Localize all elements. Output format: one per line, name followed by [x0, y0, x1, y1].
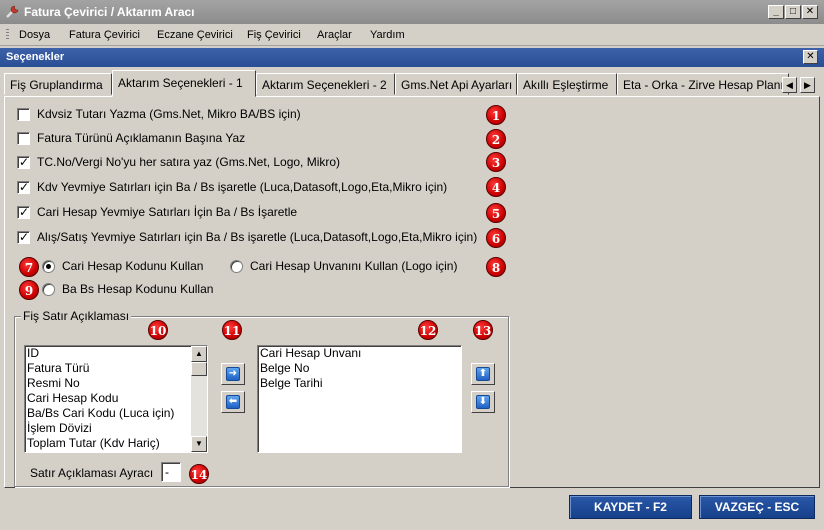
badge-11: 11 [222, 320, 242, 340]
wrench-icon [6, 5, 19, 18]
checkbox[interactable]: ✓ [17, 230, 30, 244]
bottom-bar: KAYDET - F2 VAZGEÇ - ESC [0, 490, 824, 530]
tab-scroll-right-button[interactable]: ▶ [800, 77, 815, 93]
move-down-button[interactable]: ⬇ [471, 391, 495, 413]
list-item[interactable]: Fatura Türü [25, 361, 207, 376]
badge-10: 10 [148, 320, 168, 340]
menu-araclar[interactable]: Araçlar [317, 29, 352, 41]
list-item[interactable]: Toplam Tutar (Kdv Hariç) [25, 436, 207, 451]
arrow-left-icon: ⬅ [226, 395, 240, 409]
radio-label: Cari Hesap Kodunu Kullan [62, 259, 204, 273]
window-close-button[interactable]: ✕ [802, 5, 818, 19]
separator-input[interactable]: - [161, 462, 181, 482]
menu-yardim[interactable]: Yardım [370, 29, 405, 41]
check-mark-icon: ✓ [19, 205, 30, 219]
badge-7: 7 [19, 257, 39, 277]
list-item[interactable]: Resmi No [25, 376, 207, 391]
check-mark-icon: ✓ [19, 180, 30, 194]
checkbox-label: TC.No/Vergi No'yu her satıra yaz (Gms.Ne… [37, 155, 341, 169]
menu-bar: Dosya Fatura Çevirici Eczane Çevirici Fi… [0, 24, 824, 46]
checkbox-label: Kdvsiz Tutarı Yazma (Gms.Net, Mikro BA/B… [37, 107, 301, 121]
checkbox[interactable] [17, 108, 30, 121]
badge-3: 3 [486, 152, 506, 172]
checkbox[interactable]: ✓ [17, 155, 30, 169]
tab-gmsnet-api-ayarlari[interactable]: Gms.Net Api Ayarları [395, 73, 517, 95]
menu-dosya[interactable]: Dosya [19, 29, 50, 41]
options-panel-title: Seçenekler [6, 51, 65, 63]
scroll-down-button[interactable]: ▼ [191, 436, 207, 452]
menu-eczane-cevirici[interactable]: Eczane Çevirici [157, 29, 233, 41]
badge-12: 12 [418, 320, 438, 340]
available-fields-list[interactable]: ID Fatura Türü Resmi No Cari Hesap Kodu … [24, 345, 208, 453]
badge-8: 8 [486, 257, 506, 277]
menu-fis-cevirici[interactable]: Fiş Çevirici [247, 29, 301, 41]
checkbox-label: Cari Hesap Yevmiye Satırları İçin Ba / B… [37, 205, 298, 219]
panel-close-button[interactable]: ✕ [803, 50, 818, 64]
tab-scroll-left-button[interactable]: ◀ [782, 77, 797, 93]
tab-eta-orka-zirve[interactable]: Eta - Orka - Zirve Hesap Planı [617, 73, 789, 95]
radio-selected-dot [46, 264, 51, 269]
list-item[interactable]: ID [25, 346, 207, 361]
tab-aktarim-secenekleri-1[interactable]: Aktarım Seçenekleri - 1 [112, 70, 256, 97]
radio-button[interactable] [230, 260, 243, 273]
save-button[interactable]: KAYDET - F2 [569, 495, 692, 519]
maximize-button[interactable]: □ [785, 5, 801, 19]
arrow-right-icon: ➜ [226, 367, 240, 381]
badge-4: 4 [486, 177, 506, 197]
menu-fatura-cevirici[interactable]: Fatura Çevirici [69, 29, 140, 41]
move-right-button[interactable]: ➜ [221, 363, 245, 385]
checkbox-label: Alış/Satış Yevmiye Satırları için Ba / B… [37, 230, 478, 244]
check-mark-icon: ✓ [19, 155, 30, 169]
check-mark-icon: ✓ [19, 230, 30, 244]
list-scrollbar[interactable]: ▲ ▼ [191, 346, 207, 452]
options-panel-header: Seçenekler ✕ [0, 48, 824, 67]
checkbox-label: Fatura Türünü Açıklamanın Başına Yaz [37, 131, 246, 145]
move-left-button[interactable]: ⬅ [221, 391, 245, 413]
separator-label: Satır Açıklaması Ayracı [30, 466, 154, 480]
arrow-up-icon: ⬆ [476, 367, 490, 381]
selected-fields-list[interactable]: Cari Hesap Unvanı Belge No Belge Tarihi [257, 345, 462, 453]
list-item[interactable]: Belge Tarihi [258, 376, 461, 391]
tab-aktarim-secenekleri-2[interactable]: Aktarım Seçenekleri - 2 [256, 73, 395, 95]
list-item[interactable]: Belge No [258, 361, 461, 376]
cancel-button[interactable]: VAZGEÇ - ESC [699, 495, 815, 519]
arrow-down-icon: ⬇ [476, 395, 490, 409]
badge-2: 2 [486, 129, 506, 149]
badge-6: 6 [486, 228, 506, 248]
tab-fis-gruplandirma[interactable]: Fiş Gruplandırma [4, 73, 112, 95]
list-item[interactable]: Cari Hesap Unvanı [258, 346, 461, 361]
checkbox[interactable]: ✓ [17, 180, 30, 194]
list-item[interactable]: İşlem Dövizi [25, 421, 207, 436]
radio-button[interactable] [42, 260, 55, 273]
menu-grip [6, 29, 9, 41]
radio-label: Cari Hesap Unvanını Kullan (Logo için) [250, 259, 458, 273]
checkbox-label: Kdv Yevmiye Satırları için Ba / Bs işare… [37, 180, 448, 194]
minimize-button[interactable]: _ [768, 5, 784, 19]
badge-1: 1 [486, 105, 506, 125]
badge-13: 13 [473, 320, 493, 340]
radio-label: Ba Bs Hesap Kodunu Kullan [62, 282, 214, 296]
badge-9: 9 [19, 280, 39, 300]
window-title: Fatura Çevirici / Aktarım Aracı [24, 5, 195, 19]
badge-5: 5 [486, 203, 506, 223]
scroll-up-button[interactable]: ▲ [191, 346, 207, 362]
move-up-button[interactable]: ⬆ [471, 363, 495, 385]
window-titlebar: Fatura Çevirici / Aktarım Aracı _ □ ✕ [0, 0, 824, 24]
group-title: Fiş Satır Açıklaması [21, 309, 132, 323]
tab-akilli-eslestirme[interactable]: Akıllı Eşleştirme [517, 73, 617, 95]
tab-strip: Fiş Gruplandırma Aktarım Seçenekleri - 1… [4, 70, 820, 97]
checkbox[interactable]: ✓ [17, 205, 30, 219]
list-item[interactable]: Cari Hesap Kodu [25, 391, 207, 406]
list-item[interactable]: Ba/Bs Cari Kodu (Luca için) [25, 406, 207, 421]
badge-14: 14 [189, 464, 209, 484]
radio-button[interactable] [42, 283, 55, 296]
checkbox[interactable] [17, 132, 30, 145]
scroll-thumb[interactable] [191, 362, 207, 376]
